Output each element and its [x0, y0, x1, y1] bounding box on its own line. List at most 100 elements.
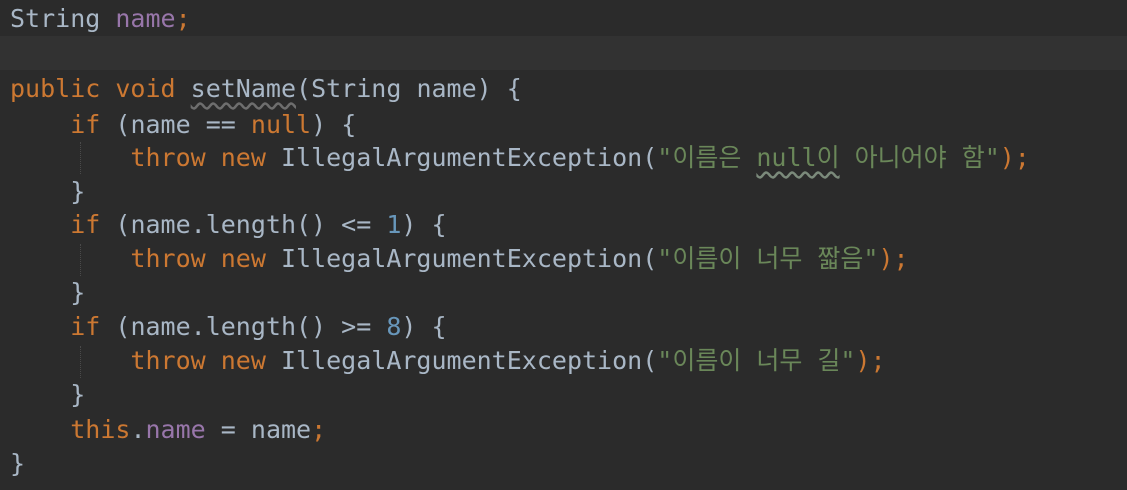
code-token: (name.length()	[115, 312, 327, 341]
code-token: {	[341, 110, 357, 139]
code-token: 8	[386, 312, 402, 341]
code-token: public	[10, 74, 101, 103]
code-token: <=	[341, 210, 372, 239]
code-token: );	[878, 244, 909, 273]
code-token: setName	[190, 74, 297, 103]
code-token: this	[70, 415, 131, 444]
code-token: name	[250, 415, 312, 444]
code-token: String	[10, 4, 101, 33]
code-token: IllegalArgumentException(	[280, 143, 658, 172]
code-token: "이름이 너무 짧음"	[657, 244, 879, 273]
code-token: name	[115, 4, 176, 33]
code-line[interactable]: String name;	[0, 2, 1127, 36]
code-token: throw	[130, 143, 206, 172]
code-token: ;	[311, 415, 327, 444]
code-token: }	[10, 449, 26, 478]
code-token: IllegalArgumentException(	[280, 244, 658, 273]
code-token: }	[70, 278, 86, 307]
code-token: name)	[416, 74, 492, 103]
code-token: null	[250, 110, 312, 139]
code-token: new	[220, 244, 266, 273]
code-token: if	[70, 312, 101, 341]
code-token: 1	[386, 210, 402, 239]
code-token: );	[855, 346, 886, 375]
code-token: )	[401, 210, 417, 239]
code-token: (name	[115, 110, 191, 139]
code-token: 아니어야 함"	[839, 143, 1000, 172]
code-token: }	[70, 380, 86, 409]
code-line[interactable]: if (name == null) {	[0, 108, 1127, 142]
code-token: void	[115, 74, 176, 103]
code-line[interactable]: public void setName(String name) {	[0, 72, 1127, 106]
code-token: IllegalArgumentException(	[280, 346, 658, 375]
code-token: throw	[130, 244, 206, 273]
code-token: )	[401, 312, 417, 341]
code-line[interactable]	[0, 36, 1127, 70]
code-line[interactable]: }	[0, 378, 1127, 412]
code-token: }	[70, 177, 86, 206]
code-token: {	[431, 312, 447, 341]
code-line[interactable]: }	[0, 175, 1127, 209]
code-line[interactable]: if (name.length() <= 1) {	[0, 208, 1127, 242]
code-token: =	[220, 415, 236, 444]
code-line[interactable]: throw new IllegalArgumentException("이름이 …	[0, 242, 1127, 276]
code-token: {	[431, 210, 447, 239]
code-token: name	[145, 415, 206, 444]
code-token: >=	[341, 312, 372, 341]
code-line[interactable]: throw new IllegalArgumentException("이름은 …	[0, 141, 1127, 175]
code-line[interactable]: if (name.length() >= 8) {	[0, 310, 1127, 344]
code-token: "이름이 너무 길"	[657, 346, 856, 375]
code-token: ;	[175, 4, 191, 33]
code-token: .	[130, 415, 146, 444]
code-token: new	[220, 346, 266, 375]
code-line[interactable]: this.name = name;	[0, 413, 1127, 447]
code-token: if	[70, 210, 101, 239]
code-token: )	[311, 110, 327, 139]
code-token: {	[506, 74, 522, 103]
code-token: (name.length()	[115, 210, 327, 239]
code-token: );	[999, 143, 1030, 172]
code-line[interactable]: throw new IllegalArgumentException("이름이 …	[0, 344, 1127, 378]
code-token: null이	[756, 143, 840, 172]
code-line[interactable]: }	[0, 276, 1127, 310]
code-token: new	[220, 143, 266, 172]
code-token: throw	[130, 346, 206, 375]
code-editor[interactable]: String name; public void setName(String n…	[0, 0, 1127, 490]
code-line[interactable]: }	[0, 447, 1127, 481]
code-token: (String	[296, 74, 402, 103]
